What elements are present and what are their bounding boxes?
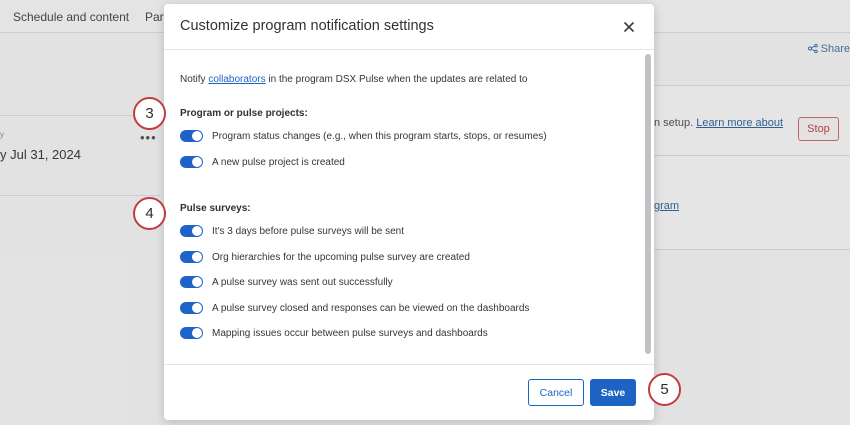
toggle-knob — [192, 226, 202, 236]
step-marker-5: 5 — [648, 373, 681, 406]
notification-settings-modal: Customize program notification settings … — [164, 4, 654, 420]
intro-prefix: Notify — [180, 74, 209, 85]
new-pulse-project-toggle[interactable] — [180, 156, 203, 168]
toggle-label: A pulse survey was sent out successfully — [212, 276, 393, 288]
toggle-label: Program status changes (e.g., when this … — [212, 130, 547, 142]
toggle-row-program-status: Program status changes (e.g., when this … — [180, 128, 547, 144]
toggle-knob — [192, 277, 202, 287]
survey-closed-toggle[interactable] — [180, 302, 203, 314]
modal-title: Customize program notification settings — [180, 18, 434, 34]
modal-header: Customize program notification settings — [164, 4, 654, 50]
collaborators-link[interactable]: collaborators — [208, 74, 265, 85]
scrollbar-thumb[interactable] — [645, 54, 651, 354]
close-icon — [623, 21, 635, 33]
modal-footer: Cancel Save — [164, 364, 654, 420]
mapping-issues-toggle[interactable] — [180, 327, 203, 339]
section-heading-pulse-surveys: Pulse surveys: — [180, 203, 251, 214]
intro-text: Notify collaborators in the program DSX … — [180, 74, 527, 85]
toggle-row-survey-sent: A pulse survey was sent out successfully — [180, 274, 393, 290]
save-button[interactable]: Save — [590, 379, 636, 406]
section-heading-program: Program or pulse projects: — [180, 108, 308, 119]
cancel-button[interactable]: Cancel — [528, 379, 584, 406]
toggle-row-mapping-issues: Mapping issues occur between pulse surve… — [180, 325, 488, 341]
close-button[interactable] — [620, 18, 638, 36]
toggle-label: A new pulse project is created — [212, 156, 345, 168]
toggle-label: Org hierarchies for the upcoming pulse s… — [212, 251, 470, 263]
modal-body: Notify collaborators in the program DSX … — [164, 51, 642, 364]
intro-suffix: in the program DSX Pulse when the update… — [265, 74, 528, 85]
toggle-row-new-pulse-project: A new pulse project is created — [180, 154, 345, 170]
toggle-knob — [192, 252, 202, 262]
toggle-row-survey-closed: A pulse survey closed and responses can … — [180, 300, 529, 316]
toggle-knob — [192, 131, 202, 141]
toggle-row-org-hierarchies: Org hierarchies for the upcoming pulse s… — [180, 249, 470, 265]
toggle-label: It's 3 days before pulse surveys will be… — [212, 225, 405, 237]
toggle-knob — [192, 157, 202, 167]
toggle-label: A pulse survey closed and responses can … — [212, 302, 530, 314]
step-marker-4: 4 — [133, 197, 166, 230]
program-status-toggle[interactable] — [180, 130, 203, 142]
toggle-knob — [192, 303, 202, 313]
survey-sent-toggle[interactable] — [180, 276, 203, 288]
toggle-knob — [192, 328, 202, 338]
toggle-label: Mapping issues occur between pulse surve… — [212, 327, 488, 339]
org-hierarchies-toggle[interactable] — [180, 251, 203, 263]
step-marker-3: 3 — [133, 97, 166, 130]
three-days-before-toggle[interactable] — [180, 225, 203, 237]
toggle-row-3-days-before: It's 3 days before pulse surveys will be… — [180, 223, 404, 239]
